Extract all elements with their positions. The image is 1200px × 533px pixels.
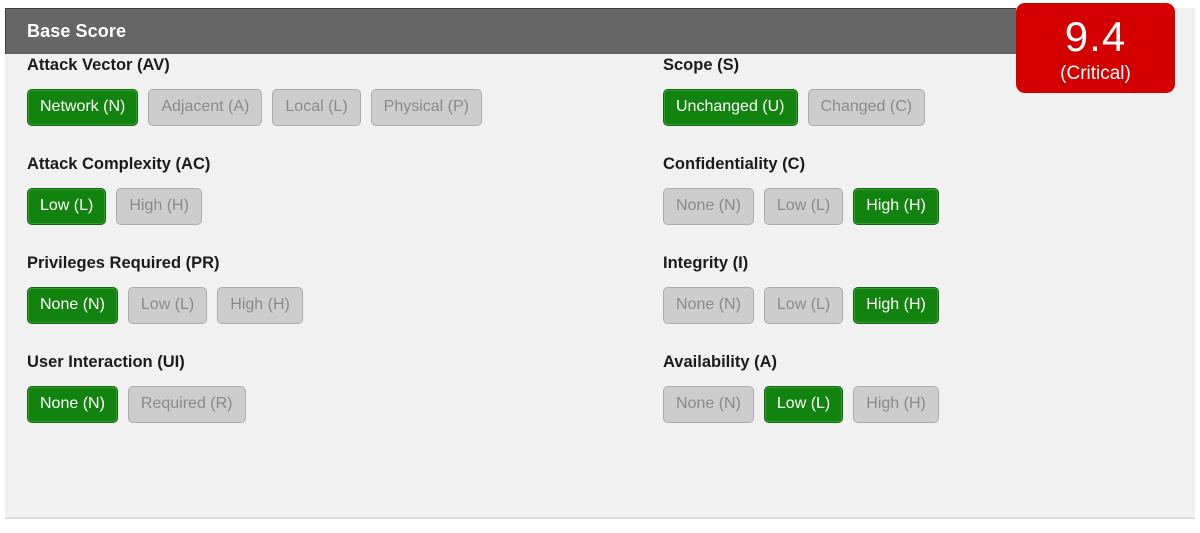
metric-label-attack-vector: Attack Vector (AV) bbox=[27, 56, 170, 74]
option-row-scope: Unchanged (U) Changed (C) bbox=[663, 89, 939, 126]
option-button-attack-vector-2[interactable]: Local (L) bbox=[272, 89, 361, 126]
option-row-attack-vector: Network (N) Adjacent (A) Local (L) Physical… bbox=[27, 89, 482, 126]
option-button-user-interaction-0[interactable]: None (N) bbox=[27, 386, 118, 423]
metric-group-availability: Availability (A) None (N) Low (L) High (H) bbox=[663, 351, 939, 423]
option-button-user-interaction-1[interactable]: Required (R) bbox=[127, 386, 246, 423]
metric-group-scope: Scope (S) Unchanged (U) Changed (C) bbox=[663, 54, 939, 126]
metrics-column-left: Attack Vector (AV) Network (N) Adjacent (A… bbox=[27, 54, 482, 450]
option-button-integrity-0[interactable]: None (N) bbox=[663, 287, 754, 324]
metric-group-privileges-required: Privileges Required (PR) None (N) Low (L) H… bbox=[27, 252, 482, 324]
metric-group-confidentiality: Confidentiality (C) None (N) Low (L) High (… bbox=[663, 153, 939, 225]
metric-group-integrity: Integrity (I) None (N) Low (L) High (H) bbox=[663, 252, 939, 324]
option-button-confidentiality-2[interactable]: High (H) bbox=[853, 188, 939, 225]
option-button-confidentiality-0[interactable]: None (N) bbox=[663, 188, 754, 225]
option-button-integrity-2[interactable]: High (H) bbox=[853, 287, 939, 324]
option-button-attack-complexity-1[interactable]: High (H) bbox=[116, 188, 202, 225]
metric-label-attack-complexity: Attack Complexity (AC) bbox=[27, 155, 211, 173]
metric-label-scope: Scope (S) bbox=[663, 56, 740, 74]
option-button-scope-1[interactable]: Changed (C) bbox=[807, 89, 926, 126]
metric-label-availability: Availability (A) bbox=[663, 353, 777, 371]
option-button-attack-vector-3[interactable]: Physical (P) bbox=[370, 89, 482, 126]
option-button-availability-1[interactable]: Low (L) bbox=[763, 386, 844, 423]
option-row-attack-complexity: Low (L) High (H) bbox=[27, 188, 482, 225]
option-button-availability-0[interactable]: None (N) bbox=[663, 386, 754, 423]
page-title: Base Score bbox=[27, 21, 127, 41]
option-button-scope-0[interactable]: Unchanged (U) bbox=[663, 89, 798, 126]
option-button-privileges-required-2[interactable]: High (H) bbox=[217, 287, 303, 324]
option-button-privileges-required-0[interactable]: None (N) bbox=[27, 287, 118, 324]
option-button-availability-2[interactable]: High (H) bbox=[853, 386, 939, 423]
metric-label-confidentiality: Confidentiality (C) bbox=[663, 155, 806, 173]
base-score-panel: Base Score 9.4 (Critical) Attack Vector … bbox=[5, 3, 1195, 519]
option-button-privileges-required-1[interactable]: Low (L) bbox=[127, 287, 208, 324]
metrics-column-right: Scope (S) Unchanged (U) Changed (C) Confide… bbox=[663, 54, 939, 450]
metric-group-attack-complexity: Attack Complexity (AC) Low (L) High (H) bbox=[27, 153, 482, 225]
metric-group-attack-vector: Attack Vector (AV) Network (N) Adjacent (A… bbox=[27, 54, 482, 126]
metric-label-user-interaction: User Interaction (UI) bbox=[27, 353, 185, 371]
option-row-user-interaction: None (N) Required (R) bbox=[27, 386, 482, 423]
metric-label-privileges-required: Privileges Required (PR) bbox=[27, 254, 220, 272]
option-row-privileges-required: None (N) Low (L) High (H) bbox=[27, 287, 482, 324]
metric-group-user-interaction: User Interaction (UI) None (N) Required (R… bbox=[27, 351, 482, 423]
option-button-attack-vector-1[interactable]: Adjacent (A) bbox=[148, 89, 263, 126]
option-button-integrity-1[interactable]: Low (L) bbox=[763, 287, 844, 324]
option-row-integrity: None (N) Low (L) High (H) bbox=[663, 287, 939, 324]
metrics-body: Attack Vector (AV) Network (N) Adjacent (A… bbox=[5, 54, 1195, 517]
metric-label-integrity: Integrity (I) bbox=[663, 254, 749, 272]
option-button-attack-complexity-0[interactable]: Low (L) bbox=[27, 188, 107, 225]
panel-header: Base Score bbox=[5, 8, 1016, 54]
option-button-confidentiality-1[interactable]: Low (L) bbox=[763, 188, 844, 225]
option-row-availability: None (N) Low (L) High (H) bbox=[663, 386, 939, 423]
option-row-confidentiality: None (N) Low (L) High (H) bbox=[663, 188, 939, 225]
base-score-value: 9.4 bbox=[1064, 12, 1127, 60]
option-button-attack-vector-0[interactable]: Network (N) bbox=[27, 89, 139, 126]
